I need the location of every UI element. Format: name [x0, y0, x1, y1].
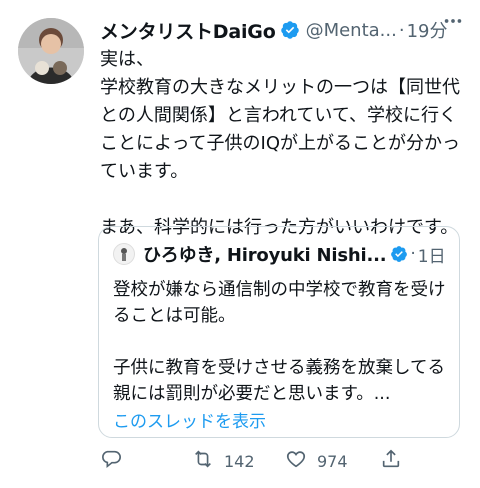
tweet-header: メンタリストDaiGo @Menta... · 19分: [100, 15, 470, 45]
more-icon[interactable]: [438, 10, 468, 34]
tweet[interactable]: メンタリストDaiGo @Menta... · 19分 実は、 学校教育の大きな…: [0, 0, 480, 488]
reply-button[interactable]: [100, 448, 132, 474]
author-handle[interactable]: @Menta...: [306, 20, 397, 41]
show-thread-link[interactable]: このスレッドを表示: [113, 407, 266, 432]
quoted-tweet[interactable]: ひろゆき, Hiroyuki Nishi... · 1日 登校が嫌なら通信制の中…: [98, 226, 460, 438]
verified-badge-icon: [390, 245, 408, 263]
tweet-actions: 142 974: [100, 448, 420, 474]
share-button[interactable]: [380, 448, 402, 474]
verified-badge-icon: [280, 20, 300, 40]
separator-dot: ·: [398, 19, 405, 41]
separator-dot: ·: [410, 244, 416, 264]
tweet-text: 実は、 学校教育の大きなメリットの一つは【同世代との人間関係】と言われていて、学…: [100, 49, 461, 238]
like-count: 974: [317, 451, 348, 471]
quoted-author-avatar: [113, 243, 135, 265]
quoted-tweet-header: ひろゆき, Hiroyuki Nishi... · 1日: [113, 241, 446, 267]
quoted-tweet-text: 登校が嫌なら通信制の中学校で教育を受けることは可能。 子供に教育を受けさせる義務…: [113, 280, 446, 404]
quoted-tweet-timestamp: 1日: [417, 246, 446, 267]
reply-icon: [100, 448, 122, 474]
share-icon: [380, 448, 402, 474]
author-name[interactable]: メンタリストDaiGo: [100, 17, 276, 44]
retweet-count: 142: [224, 451, 255, 471]
author-avatar[interactable]: [18, 18, 84, 84]
retweet-icon: [192, 448, 214, 474]
like-button[interactable]: 974: [285, 448, 348, 474]
quoted-author-name: ひろゆき, Hiroyuki Nishi...: [143, 245, 387, 266]
heart-icon: [285, 448, 307, 474]
retweet-button[interactable]: 142: [192, 448, 255, 474]
